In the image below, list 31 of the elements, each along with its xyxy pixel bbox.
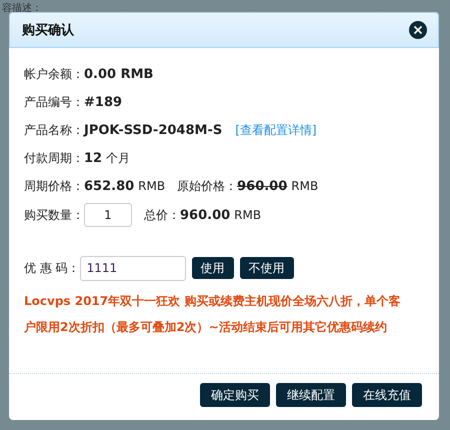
total-price: 960.00 xyxy=(180,208,230,222)
field-label: 帐户余额： xyxy=(24,66,84,82)
quantity-field[interactable]: 1 xyxy=(84,203,132,227)
field-value: 652.80 xyxy=(84,178,134,194)
field-value: 12 xyxy=(84,150,102,166)
coupon-button[interactable]: 使用 xyxy=(192,257,234,279)
promo-text: Locvps 2017年双十一狂欢 购买或续费主机现价全场六八折，单个客户限用2次折扣（最多可叠加2次）~活动结束后可用其它优惠码续约 xyxy=(24,293,402,336)
field-value: 0.00 RMB xyxy=(84,66,154,82)
field-label: 总价： xyxy=(144,206,180,224)
unit-label: RMB xyxy=(291,179,318,193)
field-label: 周期价格： xyxy=(24,178,84,194)
close-icon[interactable] xyxy=(409,21,427,39)
unit-label: RMB xyxy=(138,179,166,193)
original-price: 960.00 xyxy=(237,178,288,194)
field-label: 优 惠 码： xyxy=(24,260,80,276)
coupon-field[interactable]: 1111 xyxy=(80,256,186,280)
footer-button[interactable]: 确定购买 xyxy=(200,383,270,407)
field-value: #189 xyxy=(84,94,122,110)
dialog-title: 购买确认 xyxy=(22,22,74,39)
field-label: 产品编号： xyxy=(24,94,84,110)
field-label: 原始价格： xyxy=(177,178,238,194)
field-label: 购买数量： xyxy=(24,206,84,224)
unit-label: 个月 xyxy=(106,150,130,166)
field-value: JPOK-SSD-2048M-S xyxy=(84,122,222,138)
unit-label: RMB xyxy=(234,208,262,222)
field-label: 付款周期： xyxy=(24,150,84,166)
field-label: 产品名称： xyxy=(24,122,84,136)
footer-button[interactable]: 在线充值 xyxy=(352,383,422,407)
footer-button[interactable]: 继续配置 xyxy=(276,383,346,407)
coupon-button[interactable]: 不使用 xyxy=(240,257,294,279)
form-label: 容描述： xyxy=(2,3,42,15)
